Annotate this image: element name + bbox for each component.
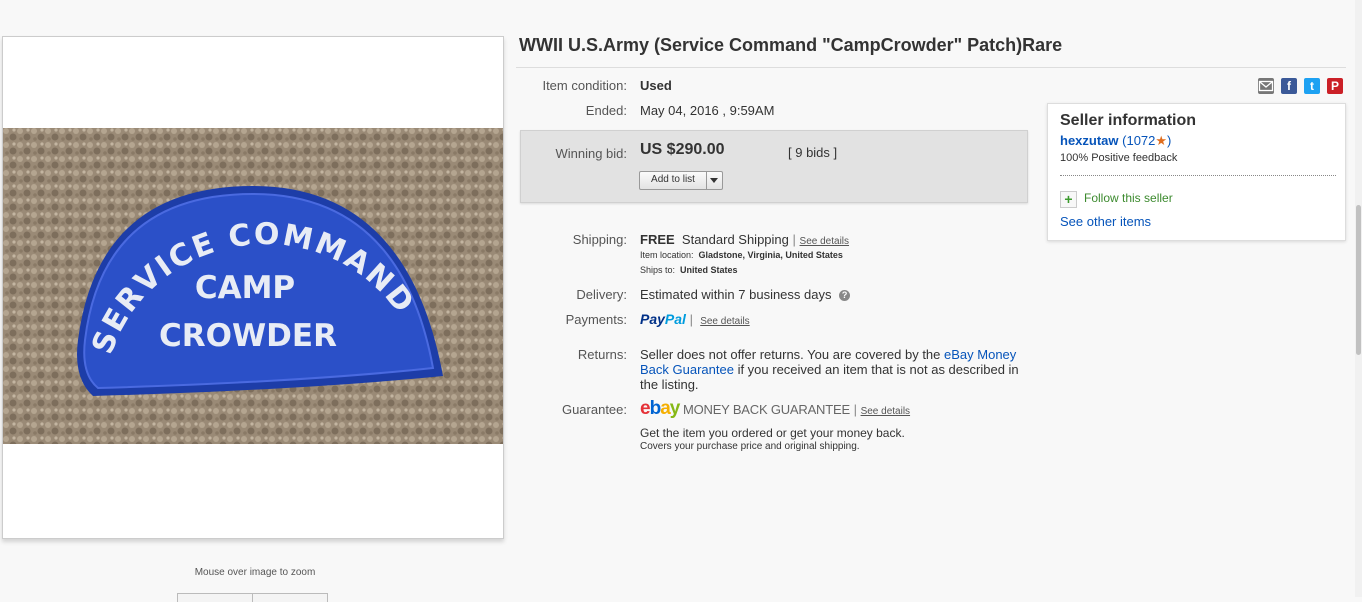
returns-label: Returns:: [577, 347, 627, 362]
payments-value: PayPal | See details: [640, 311, 750, 327]
twitter-icon[interactable]: t: [1304, 78, 1320, 94]
guarantee-value: ebay MONEY BACK GUARANTEE | See details: [640, 398, 910, 420]
winning-bid-price: US $290.00: [640, 141, 725, 158]
shipping-value: FREE Standard Shipping | See details: [640, 232, 849, 247]
ended-label: Ended:: [585, 103, 627, 118]
patch-image: SERVICE COMMAND CAMP CROWDER: [3, 128, 503, 444]
paypal-logo: PayPal: [640, 311, 686, 327]
feedback-score: (1072: [1122, 133, 1156, 148]
ebay-logo-b: b: [649, 398, 662, 419]
ships-to-label: Ships to:: [640, 265, 676, 275]
patch-line-camp: CAMP: [195, 270, 295, 306]
add-to-list-separator: [706, 172, 707, 189]
follow-seller-link[interactable]: Follow this seller: [1084, 191, 1173, 205]
money-back-guarantee-text: MONEY BACK GUARANTEE: [682, 402, 850, 417]
ebay-logo-a: a: [660, 398, 671, 419]
scrollbar-thumb[interactable]: [1356, 205, 1361, 355]
seller-name-link[interactable]: hexzutaw: [1060, 133, 1119, 148]
ended-value: May 04, 2016 , 9:59AM: [640, 103, 775, 118]
add-to-list-button[interactable]: Add to list: [639, 171, 723, 190]
delivery-label: Delivery:: [576, 287, 627, 302]
seller-divider: [1060, 175, 1336, 176]
shipping-see-details-link[interactable]: See details: [800, 236, 849, 247]
add-to-list-label: Add to list: [651, 174, 695, 185]
feedback-score-close: ): [1167, 133, 1172, 148]
ships-to: Ships to: United States: [640, 265, 738, 275]
shipping-free: FREE: [640, 232, 675, 247]
zoom-hint: Mouse over image to zoom: [194, 567, 316, 578]
item-location-value: Gladstone, Virginia, United States: [698, 250, 843, 260]
patch-line-crowder: CROWDER: [159, 318, 337, 354]
delivery-estimate: Estimated within 7 business days: [640, 287, 832, 302]
ebay-logo-y: y: [669, 398, 681, 419]
shipping-label: Shipping:: [572, 232, 627, 247]
ships-to-value: United States: [680, 265, 738, 275]
see-other-items-link[interactable]: See other items: [1060, 214, 1151, 229]
payments-see-details-link[interactable]: See details: [700, 316, 749, 327]
delivery-value: Estimated within 7 business days ?: [640, 287, 851, 302]
thumbnail-prev-button[interactable]: [177, 593, 253, 602]
bid-box: [520, 130, 1028, 203]
bid-count-link[interactable]: [ 9 bids ]: [788, 145, 837, 160]
item-title: WWII U.S.Army (Service Command "CampCrow…: [519, 35, 1063, 55]
payments-label: Payments:: [565, 312, 627, 327]
seller-info-box: Seller information hexzutaw (1072★) 100%…: [1047, 103, 1346, 241]
separator: |: [689, 312, 693, 327]
guarantee-line1: Get the item you ordered or get your mon…: [640, 426, 905, 440]
paypal-logo-pay: Pay: [640, 311, 665, 327]
shipping-method: Standard Shipping: [681, 232, 789, 247]
separator: |: [792, 232, 796, 247]
item-location: Item location: Gladstone, Virginia, Unit…: [640, 250, 843, 260]
pinterest-icon[interactable]: P: [1327, 78, 1343, 94]
feedback-score-link[interactable]: (1072★): [1122, 133, 1171, 148]
winning-bid-label: Winning bid:: [555, 146, 627, 161]
plus-icon[interactable]: +: [1060, 191, 1077, 208]
facebook-icon[interactable]: f: [1281, 78, 1297, 94]
guarantee-label: Guarantee:: [561, 402, 627, 417]
paypal-logo-pal: Pal: [664, 311, 686, 327]
positive-feedback: 100% Positive feedback: [1060, 152, 1178, 164]
returns-text-before: Seller does not offer returns. You are c…: [640, 347, 945, 362]
page-scrollbar[interactable]: [1355, 0, 1362, 597]
thumbnail-next-button[interactable]: [252, 593, 328, 602]
seller-info-heading: Seller information: [1060, 112, 1197, 129]
main-image-panel[interactable]: SERVICE COMMAND CAMP CROWDER: [2, 36, 504, 539]
item-photo[interactable]: SERVICE COMMAND CAMP CROWDER: [3, 128, 503, 444]
chevron-down-icon[interactable]: [710, 178, 718, 183]
ebay-logo-e: e: [640, 398, 651, 419]
condition-label: Item condition:: [542, 78, 627, 93]
separator: |: [853, 402, 857, 417]
guarantee-line2: Covers your purchase price and original …: [640, 441, 860, 452]
returns-text: Seller does not offer returns. You are c…: [640, 347, 1030, 392]
title-divider: [516, 67, 1346, 68]
help-icon[interactable]: ?: [839, 290, 851, 302]
ebay-logo: ebay: [640, 398, 681, 419]
email-icon[interactable]: [1258, 78, 1274, 94]
star-icon: ★: [1155, 133, 1168, 148]
item-location-label: Item location:: [640, 250, 694, 260]
share-icons: f t P: [1258, 78, 1343, 94]
seller-name-row: hexzutaw (1072★): [1060, 133, 1171, 149]
guarantee-see-details-link[interactable]: See details: [861, 406, 910, 417]
condition-value: Used: [640, 78, 672, 93]
